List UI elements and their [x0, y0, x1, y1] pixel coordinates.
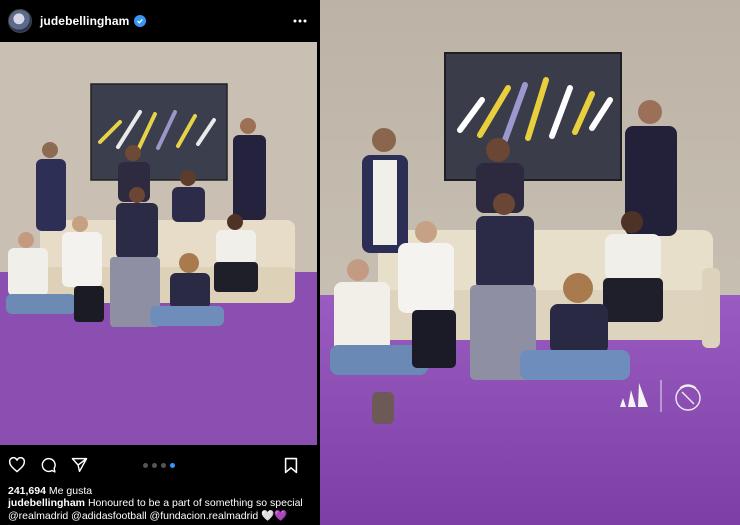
username[interactable]: judebellingham [40, 14, 129, 28]
caption-emojis: 🤍💜 [261, 510, 288, 522]
likes-count[interactable]: 241,694 Me gusta [8, 485, 92, 497]
carousel-dot-active [169, 462, 175, 468]
bookmark-icon[interactable] [280, 454, 302, 476]
post-caption: judebellingham Honoured to be a part of … [8, 497, 313, 523]
carousel-dot [142, 462, 148, 468]
caption-text: Honoured to be a part of something so sp… [87, 497, 303, 509]
heart-icon[interactable] [6, 454, 28, 476]
carousel-dot [151, 462, 157, 468]
likes-label: Me gusta [48, 485, 93, 497]
caption-username[interactable]: judebellingham [8, 497, 85, 509]
send-icon[interactable] [68, 454, 90, 476]
verified-badge-icon [134, 15, 147, 27]
post-actions [0, 450, 317, 480]
enlarged-photo [320, 0, 740, 525]
carousel-dot [160, 462, 166, 468]
more-options-icon[interactable] [291, 12, 309, 30]
post-header: judebellingham [0, 0, 317, 42]
instagram-post: judebellingham 241,694 Me gusta judebell… [0, 0, 317, 525]
avatar[interactable] [8, 9, 32, 33]
caption-tags[interactable]: @realmadrid @adidasfootball @fundacion.r… [8, 510, 258, 522]
comment-icon[interactable] [37, 454, 59, 476]
carousel-indicator [142, 462, 175, 468]
post-image[interactable] [0, 42, 317, 445]
likes-number: 241,694 [8, 485, 46, 497]
